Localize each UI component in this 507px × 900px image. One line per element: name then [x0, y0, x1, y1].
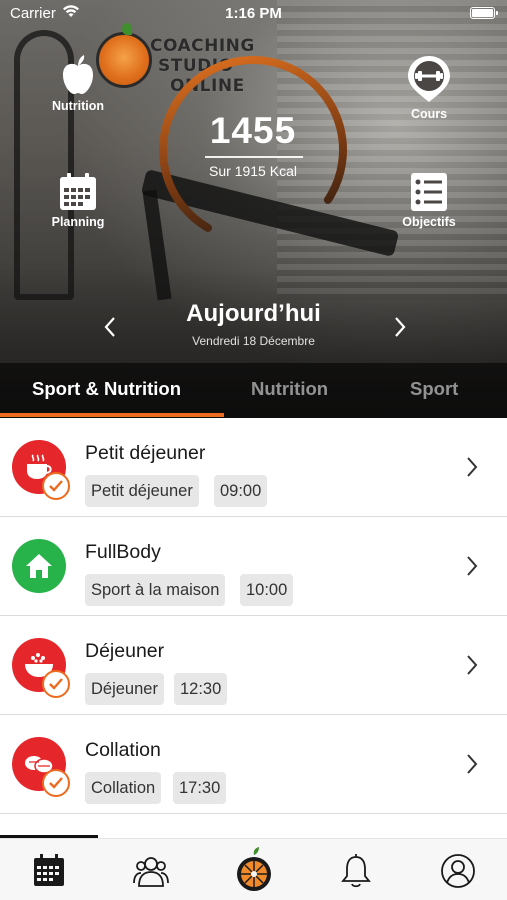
- item-tag: Petit déjeuner: [85, 475, 199, 507]
- hero-banner: Carrier 1:16 PM COACHING STUDIO ONLINE 1…: [0, 0, 507, 418]
- previous-day-chevron-icon[interactable]: [102, 316, 118, 338]
- list-item[interactable]: Collation Collation 17:30: [0, 715, 507, 814]
- chevron-right-icon: [467, 457, 478, 477]
- item-title: Collation: [85, 739, 161, 761]
- clock-label: 1:16 PM: [225, 5, 282, 22]
- home-logo-icon[interactable]: [235, 847, 273, 893]
- cours-label: Cours: [410, 107, 448, 121]
- calendar-icon[interactable]: [31, 853, 67, 889]
- date-title: Aujourd’hui: [186, 300, 321, 327]
- bell-icon[interactable]: [338, 853, 374, 889]
- item-title: FullBody: [85, 541, 161, 563]
- item-tag: Collation: [85, 772, 162, 804]
- nutrition-label: Nutrition: [51, 99, 105, 113]
- apple-icon: [63, 55, 93, 94]
- next-day-chevron-icon[interactable]: [392, 316, 408, 338]
- chevron-right-icon: [467, 655, 478, 675]
- bottom-navigation: [0, 838, 507, 900]
- done-check-icon: [42, 670, 70, 698]
- item-title: Déjeuner: [85, 640, 165, 662]
- planning-calendar-icon: [60, 173, 96, 210]
- item-time: 10:00: [240, 574, 294, 606]
- chevron-right-icon: [467, 754, 478, 774]
- sport-icon-badge: [12, 539, 66, 593]
- meal-icon-badge: [12, 737, 70, 797]
- filter-tabs: Sport & Nutrition Nutrition Sport: [0, 363, 507, 418]
- calories-divider: [205, 156, 303, 158]
- item-time: 12:30: [174, 673, 228, 705]
- calories-consumed: 1455: [209, 110, 297, 151]
- home-icon: [26, 554, 52, 578]
- checklist-icon: [411, 173, 447, 211]
- meal-icon-badge: [12, 440, 70, 500]
- list-item[interactable]: Déjeuner Déjeuner 12:30: [0, 616, 507, 715]
- item-tag: Sport à la maison: [85, 574, 226, 606]
- list-item[interactable]: FullBody Sport à la maison 10:00: [0, 517, 507, 616]
- calories-target: Sur 1915 Kcal: [209, 163, 297, 179]
- active-tab-indicator: [0, 413, 224, 417]
- meal-icon-badge: [12, 638, 70, 698]
- planning-shortcut[interactable]: Planning: [28, 172, 128, 229]
- agenda-list: Petit déjeuner Petit déjeuner 09:00 Full…: [0, 418, 507, 814]
- date-subtitle: Vendredi 18 Décembre: [192, 334, 315, 348]
- tab-sport[interactable]: Sport: [410, 378, 458, 400]
- cours-shortcut[interactable]: Cours: [379, 54, 479, 121]
- done-check-icon: [42, 472, 70, 500]
- tab-sport-nutrition[interactable]: Sport & Nutrition: [32, 378, 181, 400]
- tab-nutrition[interactable]: Nutrition: [251, 378, 328, 400]
- item-tag: Déjeuner: [85, 673, 164, 705]
- nutrition-shortcut[interactable]: Nutrition: [28, 54, 128, 113]
- planning-label: Planning: [51, 215, 105, 229]
- item-time: 17:30: [173, 772, 227, 804]
- list-item[interactable]: Petit déjeuner Petit déjeuner 09:00: [0, 418, 507, 517]
- dumbbell-pin-icon: [408, 56, 450, 102]
- objectifs-label: Objectifs: [402, 215, 456, 229]
- item-title: Petit déjeuner: [85, 442, 206, 464]
- profile-icon[interactable]: [440, 853, 476, 889]
- item-time: 09:00: [214, 475, 268, 507]
- battery-icon: [470, 7, 498, 19]
- chevron-right-icon: [467, 556, 478, 576]
- done-check-icon: [42, 769, 70, 797]
- status-bar: Carrier 1:16 PM: [0, 0, 507, 28]
- community-icon[interactable]: [133, 853, 169, 889]
- objectifs-shortcut[interactable]: Objectifs: [379, 172, 479, 229]
